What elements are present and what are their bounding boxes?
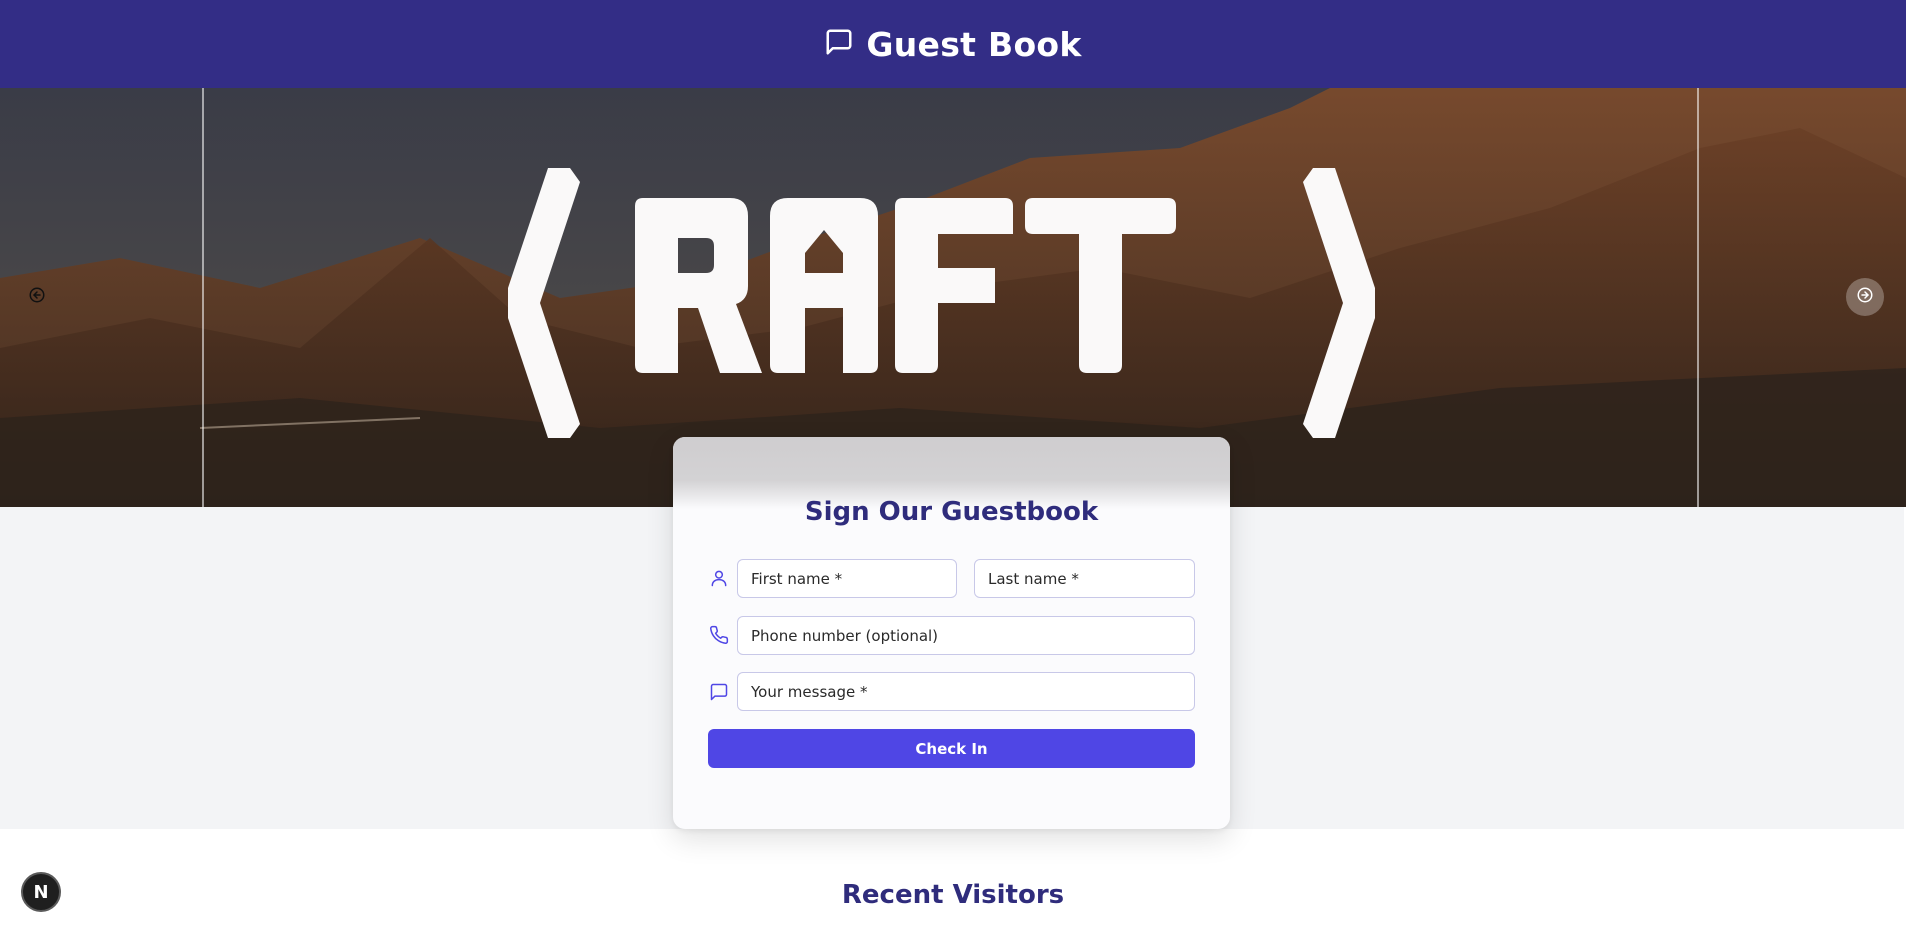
user-icon [708,567,730,589]
carousel-next-button[interactable] [1846,278,1884,316]
check-in-button[interactable]: Check In [708,729,1195,768]
message-icon [708,681,730,703]
form-title: Sign Our Guestbook [804,497,1099,527]
slide-divider-right [1697,88,1699,507]
raft-logo [508,168,1375,438]
app-title: Guest Book [866,24,1082,64]
phone-icon [708,624,730,646]
recent-visitors-heading: Recent Visitors [841,880,1065,910]
phone-input[interactable] [737,616,1195,655]
arrow-left-circle-icon [28,286,46,309]
first-name-input[interactable] [737,559,957,598]
arrow-right-circle-icon [1856,286,1874,309]
message-input[interactable] [737,672,1195,711]
message-square-icon [824,27,854,62]
top-header: Guest Book [0,0,1906,88]
carousel-prev-button[interactable] [18,278,56,316]
guestbook-form-card: Sign Our Guestbook Check In [673,437,1230,829]
brand[interactable]: Guest Book [824,25,1081,64]
page: Guest Book Sign Our Guestbook First name… [0,0,1906,929]
dev-tools-badge[interactable]: N [21,872,61,912]
last-name-input[interactable] [974,559,1195,598]
slide-divider-left [202,88,204,507]
